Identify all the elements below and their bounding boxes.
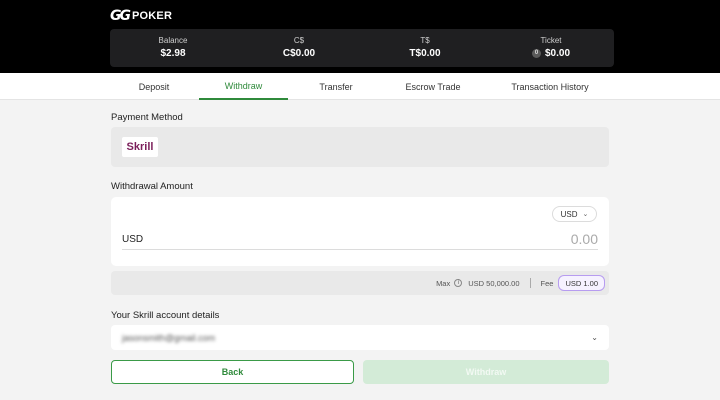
tab-escrow-trade[interactable]: Escrow Trade [384,73,482,100]
ticket-value: $0.00 [544,47,571,59]
amount-input[interactable]: USD 0.00 [122,229,598,250]
currency-select[interactable]: USD ⌄ [552,206,597,222]
tab-deposit[interactable]: Deposit [110,73,198,100]
cad-label: C$ [293,35,305,45]
account-details-title: Your Skrill account details [111,310,220,321]
balance-value: $2.98 [160,47,186,59]
chevron-down-icon: ⌄ [591,333,598,342]
tab-withdraw[interactable]: Withdraw [199,73,288,100]
tab-transaction-history[interactable]: Transaction History [500,73,600,100]
cad-cell: C$ C$0.00 [236,29,362,67]
ticket-cell: Ticket 0 $0.00 [488,29,614,67]
info-icon[interactable]: i [454,279,463,287]
account-email: jasonsmith@gmail.com [122,332,216,343]
balance-bar: Balance $2.98 C$ C$0.00 T$ T$0.00 Ticket… [110,29,614,67]
header: GG POKER Balance $2.98 C$ C$0.00 T$ T$0.… [0,0,720,73]
chevron-down-icon: ⌄ [582,211,589,218]
max-value: USD 50,000.00 [468,278,520,288]
withdrawal-amount-title: Withdrawal Amount [111,181,193,192]
gg-poker-logo[interactable]: GG POKER [110,8,172,24]
fee-value: USD 1.00 [565,278,598,288]
fee-badge: USD 1.00 [558,275,605,291]
cashier-tabs: Deposit Withdraw Transfer Escrow Trade T… [0,73,720,100]
tournament-dollars-value: T$0.00 [409,47,441,59]
withdraw-button[interactable]: Withdraw [363,360,609,384]
logo-mark: GG [110,8,131,24]
amount-currency-label: USD [122,233,144,245]
payment-method-box[interactable]: Skrill [111,127,609,167]
divider [529,278,531,288]
ticket-value-wrap: 0 $0.00 [531,46,571,62]
tournament-dollars-cell: T$ T$0.00 [362,29,488,67]
ticket-icon: 0 [531,49,541,58]
fee-label: Fee [540,278,554,288]
skrill-logo: Skrill [122,137,158,157]
tournament-dollars-label: T$ [420,35,430,45]
balance-cell: Balance $2.98 [110,29,236,67]
tab-transfer[interactable]: Transfer [292,73,380,100]
payment-method-title: Payment Method [111,112,183,123]
account-email-select[interactable]: jasonsmith@gmail.com ⌄ [111,325,609,350]
amount-value: 0.00 [570,231,598,247]
logo-text: POKER [131,10,173,22]
limits-bar: Max i USD 50,000.00 Fee USD 1.00 [111,271,609,295]
cad-value: C$0.00 [282,47,316,59]
back-button[interactable]: Back [111,360,354,384]
ticket-label: Ticket [540,35,562,45]
max-label: Max [436,278,451,288]
withdrawal-amount-card: USD ⌄ USD 0.00 [111,197,609,266]
currency-select-value: USD [560,209,578,219]
balance-label: Balance [158,35,188,45]
